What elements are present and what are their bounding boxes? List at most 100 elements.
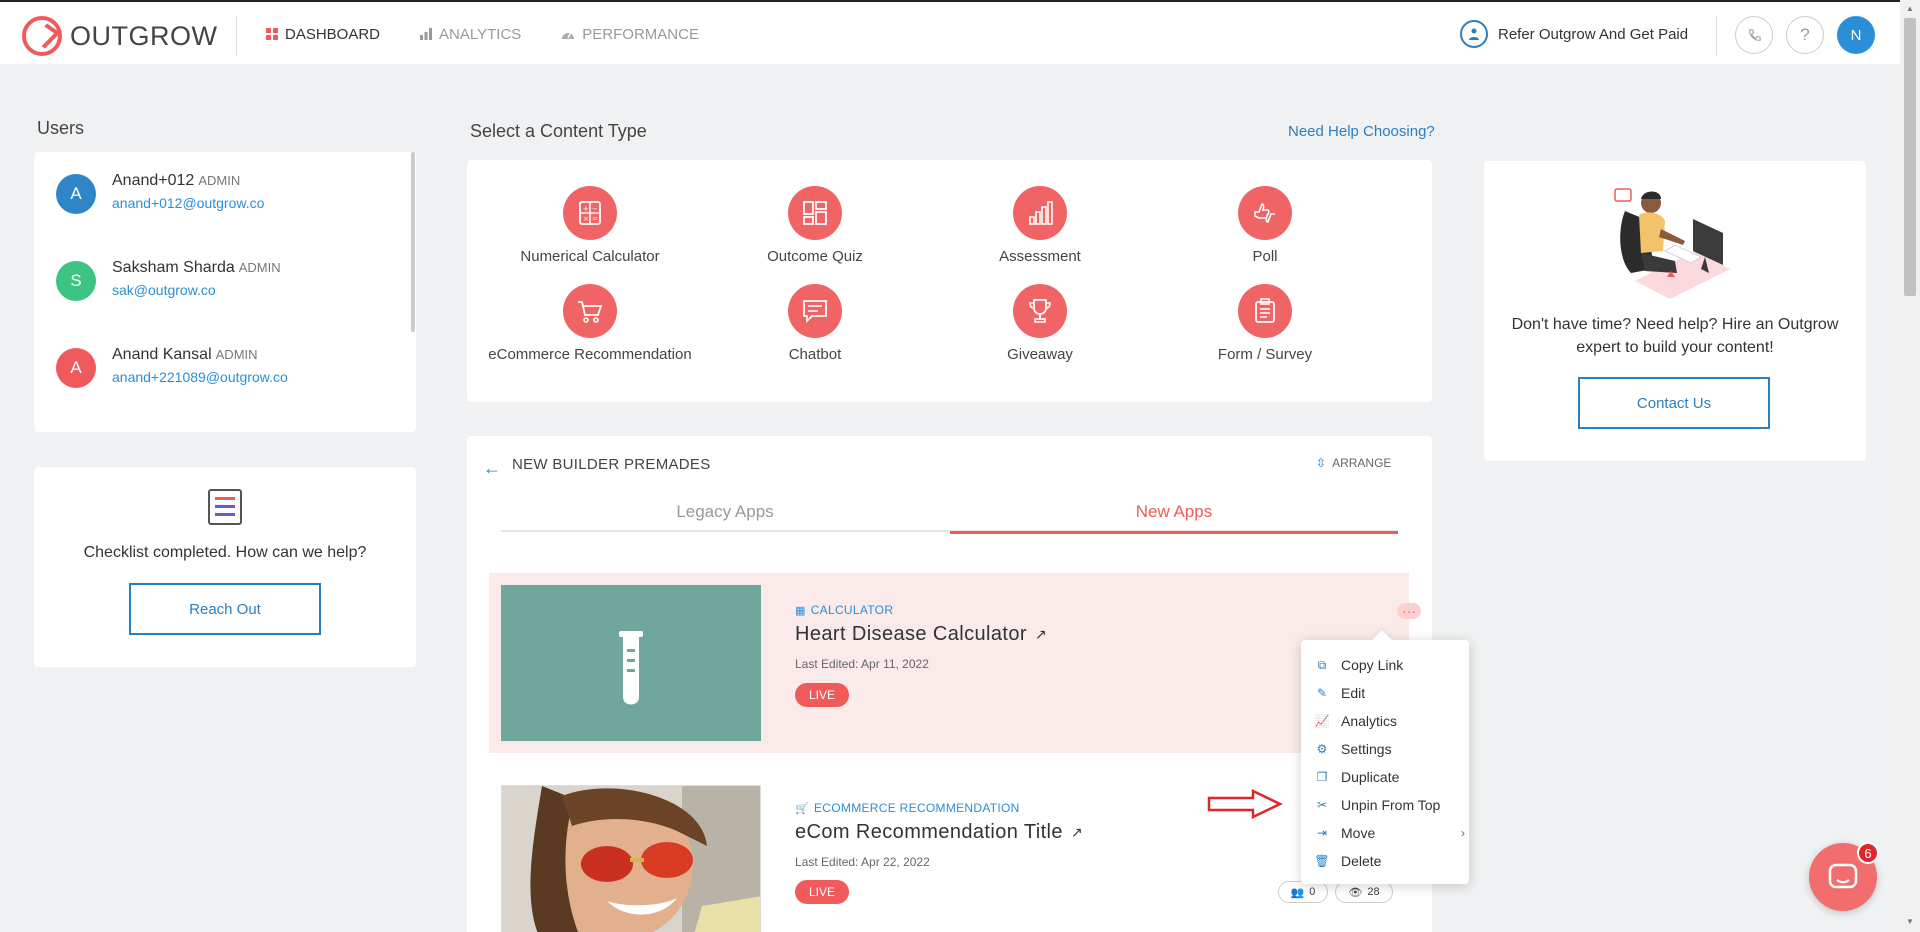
contact-us-button[interactable]: Contact Us bbox=[1578, 377, 1770, 429]
menu-item-settings[interactable]: ⚙ Settings bbox=[1315, 739, 1465, 759]
menu-item-analytics[interactable]: 📈 Analytics bbox=[1315, 711, 1465, 731]
views-count-pill: 👁 28 bbox=[1335, 881, 1393, 903]
user-avatar-circle: A bbox=[56, 348, 96, 388]
app-title-text: eCom Recommendation Title bbox=[795, 821, 1063, 843]
red-annotation-arrow-icon bbox=[1207, 789, 1283, 819]
refer-link[interactable]: Refer Outgrow And Get Paid bbox=[1460, 20, 1688, 48]
menu-item-duplicate[interactable]: ❐ Duplicate bbox=[1315, 767, 1465, 787]
content-type-label: Outcome Quiz bbox=[767, 248, 863, 265]
refer-network-icon bbox=[1460, 20, 1488, 48]
status-badge: LIVE bbox=[795, 683, 849, 707]
chat-notification-badge: 6 bbox=[1857, 842, 1879, 864]
nav-performance[interactable]: PERFORMANCE bbox=[561, 26, 699, 43]
nav-dashboard[interactable]: DASHBOARD bbox=[266, 26, 380, 43]
performance-gauge-icon bbox=[562, 31, 575, 39]
menu-item-move[interactable]: ⇥ Move › bbox=[1315, 823, 1465, 843]
content-type-label: Poll bbox=[1252, 248, 1278, 265]
reach-out-button[interactable]: Reach Out bbox=[129, 583, 321, 635]
logo-text: OUTGROW bbox=[70, 20, 218, 51]
external-link-icon[interactable]: ↗ bbox=[1071, 824, 1083, 841]
content-type-poll[interactable]: Poll bbox=[1150, 186, 1380, 265]
app-title[interactable]: eCom Recommendation Title ↗ bbox=[795, 821, 1083, 844]
app-title[interactable]: Heart Disease Calculator ↗ bbox=[795, 623, 1047, 646]
back-arrow-icon[interactable]: ← bbox=[483, 458, 501, 479]
content-type-chatbot[interactable]: Chatbot bbox=[700, 284, 930, 363]
page-scroll-thumb[interactable] bbox=[1904, 18, 1916, 296]
need-help-choosing-link[interactable]: Need Help Choosing? bbox=[1288, 123, 1435, 140]
users-icon: 👥 bbox=[1290, 886, 1305, 899]
expert-at-computer-illustration bbox=[1614, 188, 1730, 299]
svg-text:×: × bbox=[583, 215, 589, 223]
tab-new-apps[interactable]: New Apps bbox=[950, 492, 1398, 534]
chat-bubble-icon bbox=[1828, 863, 1858, 889]
refer-label: Refer Outgrow And Get Paid bbox=[1498, 25, 1689, 43]
app-category: ▦ CALCULATOR bbox=[795, 603, 893, 617]
top-bar: OUTGROW DASHBOARD ANALYTICS PERFORMANCE … bbox=[0, 0, 1900, 64]
content-type-label: Form / Survey bbox=[1217, 346, 1313, 363]
menu-item-edit[interactable]: ✎ Edit bbox=[1315, 683, 1465, 703]
phone-button[interactable] bbox=[1735, 16, 1773, 54]
main-nav: DASHBOARD ANALYTICS PERFORMANCE bbox=[266, 2, 699, 66]
user-role: ADMIN bbox=[215, 347, 258, 362]
menu-item-label: Edit bbox=[1341, 685, 1366, 701]
tab-legacy-apps[interactable]: Legacy Apps bbox=[501, 492, 949, 532]
bar-chart-icon bbox=[1013, 186, 1067, 240]
premades-card: ← NEW BUILDER PREMADES ⇳ ARRANGE Legacy … bbox=[467, 436, 1432, 932]
scroll-up-icon[interactable]: ▲ bbox=[1904, 3, 1916, 15]
content-type-title: Select a Content Type bbox=[470, 121, 647, 141]
menu-item-label: Move bbox=[1341, 825, 1376, 841]
more-options-button[interactable]: ··· bbox=[1397, 603, 1421, 619]
content-type-assessment[interactable]: Assessment bbox=[925, 186, 1155, 265]
content-type-outcome-quiz[interactable]: Outcome Quiz bbox=[700, 186, 930, 265]
clipboard-icon bbox=[1238, 284, 1292, 338]
content-type-label: eCommerce Recommendation bbox=[488, 346, 692, 363]
arrange-button[interactable]: ⇳ ARRANGE bbox=[1316, 456, 1391, 470]
nav-analytics[interactable]: ANALYTICS bbox=[420, 26, 521, 43]
views-count: 28 bbox=[1367, 886, 1380, 898]
content-type-numerical-calculator[interactable]: + − × = Numerical Calculator bbox=[475, 186, 705, 265]
outgrow-logo[interactable]: OUTGROW bbox=[22, 16, 217, 56]
woman-sunglasses-photo bbox=[502, 786, 760, 932]
menu-item-unpin-from-top[interactable]: ✂ Unpin From Top bbox=[1315, 795, 1465, 815]
content-type-label: Giveaway bbox=[1007, 346, 1073, 363]
user-row[interactable]: A Anand Kansal ADMIN anand+221089@outgrow… bbox=[56, 346, 288, 388]
menu-item-copy-link[interactable]: ⧉ Copy Link bbox=[1315, 655, 1465, 675]
app-last-edited: Last Edited: Apr 11, 2022 bbox=[795, 657, 929, 671]
user-email[interactable]: anand+012@outgrow.co bbox=[112, 195, 264, 211]
app-title-text: Heart Disease Calculator bbox=[795, 623, 1027, 645]
user-row[interactable]: A Anand+012 ADMIN anand+012@outgrow.co bbox=[56, 172, 264, 214]
app-category-label: ECOMMERCE RECOMMENDATION bbox=[814, 801, 1020, 815]
user-avatar[interactable]: N bbox=[1837, 16, 1875, 54]
analytics-icon bbox=[420, 28, 433, 40]
user-email[interactable]: anand+221089@outgrow.co bbox=[112, 369, 288, 385]
menu-item-label: Copy Link bbox=[1341, 657, 1404, 673]
user-name: Anand Kansal bbox=[112, 346, 212, 363]
app-thumbnail[interactable] bbox=[501, 785, 761, 932]
user-avatar-circle: S bbox=[56, 261, 96, 301]
calculator-small-icon: ▦ bbox=[795, 604, 806, 617]
external-link-icon[interactable]: ↗ bbox=[1035, 626, 1047, 643]
content-type-ecommerce-recommendation[interactable]: eCommerce Recommendation bbox=[475, 284, 705, 363]
content-type-form-survey[interactable]: Form / Survey bbox=[1150, 284, 1380, 363]
app-options-menu: ⧉ Copy Link ✎ Edit 📈 Analytics ⚙ Setting… bbox=[1301, 640, 1469, 884]
content-type-giveaway[interactable]: Giveaway bbox=[925, 284, 1155, 363]
svg-text:+: + bbox=[583, 205, 589, 213]
sort-arrows-icon: ⇳ bbox=[1316, 456, 1327, 470]
app-tabs: Legacy Apps New Apps bbox=[501, 492, 1398, 534]
users-count: 0 bbox=[1309, 886, 1316, 898]
trash-icon: 🗑 bbox=[1314, 854, 1330, 868]
scroll-down-icon[interactable]: ▼ bbox=[1904, 916, 1916, 928]
checklist-card: Checklist completed. How can we help? Re… bbox=[34, 467, 416, 667]
app-row[interactable]: ▦ CALCULATOR Heart Disease Calculator ↗ … bbox=[489, 573, 1421, 753]
nav-analytics-label: ANALYTICS bbox=[439, 25, 522, 43]
users-scrollbar[interactable] bbox=[411, 152, 415, 332]
user-role: ADMIN bbox=[198, 173, 241, 188]
user-email[interactable]: sak@outgrow.co bbox=[112, 282, 281, 298]
quiz-grid-icon bbox=[788, 186, 842, 240]
checklist-text: Checklist completed. How can we help? bbox=[83, 544, 367, 561]
app-thumbnail[interactable] bbox=[501, 585, 761, 741]
help-button[interactable]: ? bbox=[1786, 16, 1824, 54]
user-row[interactable]: S Saksham Sharda ADMIN sak@outgrow.co bbox=[56, 259, 281, 301]
unpin-icon: ✂ bbox=[1316, 798, 1328, 812]
menu-item-delete[interactable]: 🗑 Delete bbox=[1314, 851, 1465, 871]
